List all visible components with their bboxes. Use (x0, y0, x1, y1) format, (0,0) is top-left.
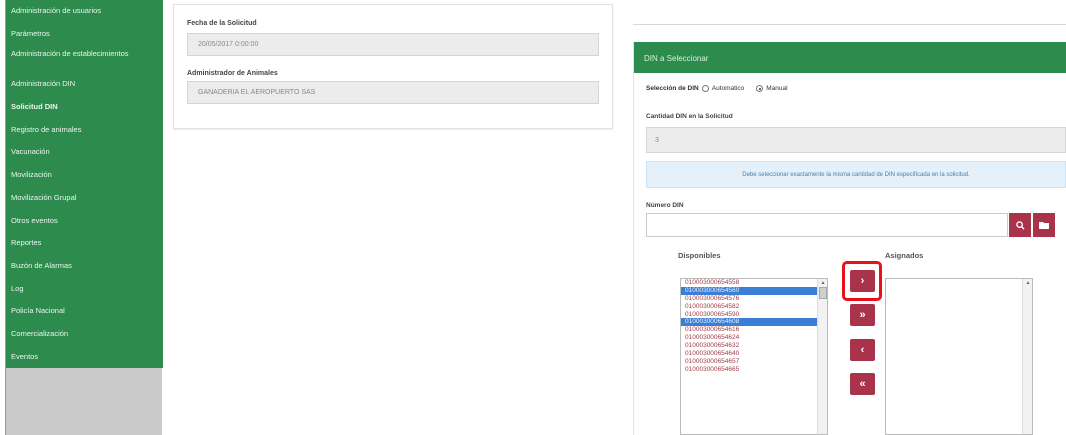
request-details-card: Fecha de la Solicitud 20/05/2017 0:00:00… (173, 4, 613, 129)
assigned-header: Asignados (885, 251, 924, 260)
sidebar-item-din-admin[interactable]: Administración DIN (6, 73, 163, 96)
highlight-annotation (842, 261, 882, 301)
animal-admin-label: Administrador de Animales (187, 70, 278, 77)
sidebar-item-alarms[interactable]: Buzón de Alarmas (6, 255, 163, 278)
list-item[interactable]: 010003000654624 (681, 334, 817, 342)
din-selection-panel: DIN a Seleccionar Selección de DIN Autom… (633, 42, 1066, 435)
radio-automatic[interactable] (701, 85, 709, 92)
list-item[interactable]: 010003000654560 (681, 286, 817, 295)
sidebar-item-user-admin[interactable]: Administración de usuarios (6, 0, 163, 23)
list-scrollbar[interactable]: ▲ (817, 279, 827, 434)
list-item[interactable]: 010003000654640 (681, 350, 817, 358)
sidebar: Administración de usuarios Parámetros Ad… (5, 0, 163, 435)
list-item[interactable]: 010003000654590 (681, 311, 817, 319)
scroll-up-icon[interactable]: ▲ (818, 279, 827, 287)
panel-title: DIN a Seleccionar (634, 42, 1066, 73)
search-icon (1015, 220, 1025, 230)
sidebar-item-commerce[interactable]: Comercialización (6, 323, 163, 346)
radio-manual-label: Manual (766, 85, 788, 92)
assigned-scrollbar[interactable]: ▲ (1022, 279, 1032, 434)
scroll-up-icon[interactable]: ▲ (1023, 279, 1032, 287)
sidebar-item-police[interactable]: Policía Nacional (6, 300, 163, 323)
info-alert: Debe seleccionar exactamente la misma ca… (646, 161, 1066, 188)
din-quantity-label: Cantidad DIN en la Solicitud (646, 113, 733, 120)
sidebar-item-other-events[interactable]: Otros eventos (6, 210, 163, 233)
move-left-button[interactable]: ‹ (850, 339, 875, 361)
folder-icon (1039, 222, 1049, 229)
din-quantity-field: 3 (646, 127, 1066, 153)
list-item[interactable]: 010003000654632 (681, 342, 817, 350)
sidebar-item-mobilization[interactable]: Movilización (6, 164, 163, 187)
sidebar-item-group-mobilization[interactable]: Movilización Grupal (6, 187, 163, 210)
sidebar-item-events[interactable]: Eventos (6, 346, 163, 369)
list-item[interactable]: 010003000654657 (681, 358, 817, 366)
list-item[interactable]: 010003000654576 (681, 295, 817, 303)
sidebar-item-log[interactable]: Log (6, 278, 163, 301)
search-button[interactable] (1009, 213, 1031, 237)
sidebar-item-vaccination[interactable]: Vacunación (6, 141, 163, 164)
animal-admin-field: GANADERIA EL AEROPUERTO SAS (187, 81, 599, 104)
request-date-label: Fecha de la Solicitud (187, 20, 257, 27)
sidebar-item-din-request[interactable]: Solicitud DIN (6, 96, 163, 119)
radio-manual[interactable] (756, 85, 764, 92)
folder-button[interactable] (1033, 213, 1055, 237)
radio-automatic-label: Automatico (711, 85, 745, 92)
sidebar-item-animal-registry[interactable]: Registro de animales (6, 119, 163, 142)
list-item[interactable]: 010003000654582 (681, 303, 817, 311)
din-number-label: Número DIN (646, 202, 684, 209)
available-items: 010003000654558 010003000654560 01000300… (681, 279, 827, 374)
available-din-list[interactable]: 010003000654558 010003000654560 01000300… (680, 278, 828, 435)
available-header: Disponibles (678, 251, 721, 260)
din-number-input[interactable] (646, 213, 1008, 237)
assigned-din-list[interactable]: ▲ (885, 278, 1033, 435)
list-item[interactable]: 010003000654616 (681, 326, 817, 334)
list-item[interactable]: 010003000654608 (681, 318, 817, 327)
request-date-field: 20/05/2017 0:00:00 (187, 33, 599, 56)
sidebar-menu: Administración de usuarios Parámetros Ad… (6, 0, 163, 369)
move-all-right-button[interactable]: » (850, 304, 875, 326)
top-strip (633, 0, 1066, 25)
sidebar-item-establishments[interactable]: Administración de establecimientos (6, 45, 163, 73)
list-item[interactable]: 010003000654558 (681, 279, 817, 287)
sidebar-item-reports[interactable]: Reportes (6, 232, 163, 255)
list-item[interactable]: 010003000654665 (681, 366, 817, 374)
din-selection-row: Selección de DIN Automatico Manual (646, 85, 788, 92)
sidebar-item-parameters[interactable]: Parámetros (6, 23, 163, 46)
din-selection-label: Selección de DIN (646, 85, 699, 92)
scroll-thumb[interactable] (819, 287, 827, 299)
move-all-left-button[interactable]: « (850, 373, 875, 395)
